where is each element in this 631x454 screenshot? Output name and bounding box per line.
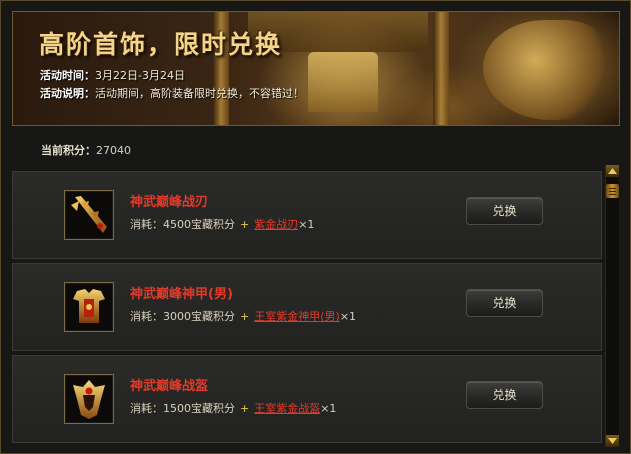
cost-text: 消耗：1500宝藏积分 — [130, 402, 235, 415]
event-time-value: 3月22日-3月24日 — [95, 69, 185, 82]
exchange-button[interactable]: 兑换 — [466, 381, 543, 409]
current-points: 当前积分：27040 — [41, 142, 131, 158]
item-name: 神武巅峰神甲(男) — [130, 287, 233, 302]
required-item-link[interactable]: 王室紫金神甲(男) — [254, 310, 340, 323]
plus-sign: + — [240, 218, 250, 231]
event-description-label: 活动说明： — [40, 87, 95, 100]
scroll-thumb[interactable] — [606, 184, 619, 198]
item-icon-frame — [64, 282, 114, 332]
item-name: 神武巅峰战盔 — [130, 379, 209, 394]
banner-throne — [308, 52, 378, 112]
banner-title: 高阶首饰，限时兑换 — [39, 30, 283, 59]
required-item-link[interactable]: 王室紫金战盔 — [254, 402, 320, 415]
exchange-item: 神武巅峰战刃 消耗：4500宝藏积分 + 紫金战刃×1 兑换 — [12, 171, 602, 259]
item-name: 神武巅峰战刃 — [130, 195, 209, 210]
points-value: 27040 — [96, 144, 131, 157]
item-cost: 消耗：3000宝藏积分 + 王室紫金神甲(男)×1 — [130, 308, 356, 324]
item-icon-frame — [64, 374, 114, 424]
event-banner: 高阶首饰，限时兑换 活动时间：3月22日-3月24日 活动说明：活动期间，高阶装… — [12, 11, 620, 126]
event-time: 活动时间：3月22日-3月24日 — [40, 67, 185, 83]
exchange-button[interactable]: 兑换 — [466, 197, 543, 225]
banner-dragon — [483, 20, 613, 120]
required-item-link[interactable]: 紫金战刃 — [254, 218, 298, 231]
exchange-item: 神武巅峰神甲(男) 消耗：3000宝藏积分 + 王室紫金神甲(男)×1 兑换 — [12, 263, 602, 351]
event-description-value: 活动期间，高阶装备限时兑换，不容错过！ — [95, 87, 304, 100]
helmet-icon — [73, 380, 105, 419]
banner-pillar — [433, 12, 449, 125]
exchange-panel: 高阶首饰，限时兑换 活动时间：3月22日-3月24日 活动说明：活动期间，高阶装… — [0, 0, 631, 454]
exchange-button[interactable]: 兑换 — [466, 289, 543, 317]
event-time-label: 活动时间： — [40, 69, 95, 82]
item-cost: 消耗：4500宝藏积分 + 紫金战刃×1 — [130, 216, 314, 232]
event-description: 活动说明：活动期间，高阶装备限时兑换，不容错过！ — [40, 85, 304, 101]
item-cost: 消耗：1500宝藏积分 + 王室紫金战盔×1 — [130, 400, 336, 416]
cost-text: 消耗：4500宝藏积分 — [130, 218, 235, 231]
exchange-list: 神武巅峰战刃 消耗：4500宝藏积分 + 紫金战刃×1 兑换 神武巅峰神甲(男) 消… — [12, 165, 602, 449]
points-label: 当前积分： — [41, 144, 96, 157]
armor-icon — [73, 289, 105, 323]
plus-sign: + — [240, 402, 250, 415]
item-icon-frame — [64, 190, 114, 240]
required-qty: ×1 — [320, 402, 337, 415]
plus-sign: + — [240, 310, 250, 323]
scroll-up-arrow-icon[interactable] — [606, 165, 619, 177]
exchange-item: 神武巅峰战盔 消耗：1500宝藏积分 + 王室紫金战盔×1 兑换 — [12, 355, 602, 443]
required-qty: ×1 — [298, 218, 315, 231]
scroll-down-arrow-icon[interactable] — [606, 435, 619, 447]
blade-icon — [71, 196, 107, 233]
required-qty: ×1 — [339, 310, 357, 323]
list-scrollbar[interactable] — [605, 165, 619, 447]
cost-text: 消耗：3000宝藏积分 — [130, 310, 235, 323]
